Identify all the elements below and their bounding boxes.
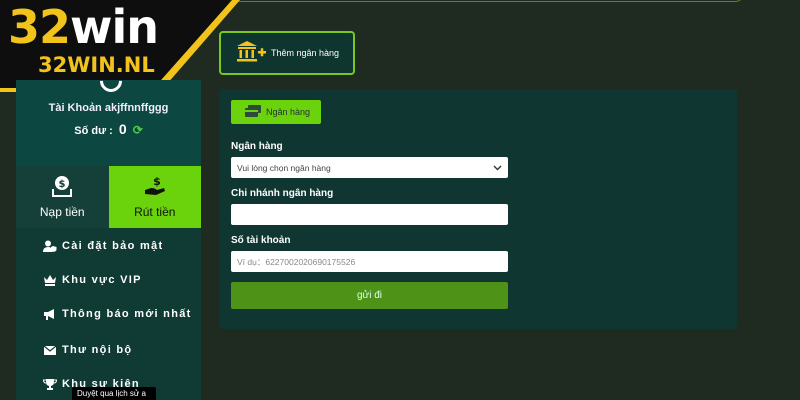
tab-deposit[interactable]: $ Nạp tiền [16, 166, 109, 228]
withdraw-icon: $ [144, 175, 166, 197]
credit-card-icon [245, 105, 261, 119]
menu-item-label: Thông báo mới nhất [62, 308, 192, 320]
menu-item-inbox[interactable]: Thư nội bộ [43, 344, 132, 356]
account-name: Tài Khoản akjffnnffggg [48, 102, 169, 114]
add-bank-label: Thêm ngân hàng [271, 48, 340, 58]
add-bank-button[interactable]: Thêm ngân hàng [219, 31, 355, 75]
balance-value: 0 [118, 121, 127, 137]
tab-deposit-label: Nạp tiền [39, 205, 85, 219]
megaphone-icon [43, 308, 57, 320]
account-balance: Số dư : 0 ⟳ [16, 121, 201, 137]
balance-label: Số dư : [74, 125, 113, 137]
menu-item-label: Cài đặt bảo mật [62, 240, 164, 252]
bank-select-value: Vui lòng chọn ngân hàng [237, 162, 331, 173]
bank-add-icon [235, 39, 267, 68]
account-number-label: Số tài khoản [231, 235, 291, 246]
svg-text:$: $ [153, 175, 161, 188]
branch-label: Chi nhánh ngân hàng [231, 188, 334, 199]
tab-withdraw[interactable]: $ Rút tiền [108, 166, 201, 228]
brand-logo[interactable]: 32win 32WIN.NL [0, 0, 252, 92]
refresh-icon[interactable]: ⟳ [133, 123, 143, 137]
bank-label: Ngân hàng [231, 141, 283, 152]
menu-item-label: Thư nội bộ [62, 344, 133, 356]
svg-text:$: $ [59, 179, 66, 190]
tab-bank[interactable]: Ngân hàng [231, 100, 321, 124]
account-number-input[interactable] [231, 251, 508, 272]
logo-domain: 32WIN.NL [38, 53, 155, 77]
sidebar-menu: Cài đặt bảo mật Khu vực VIP Thông báo mớ… [16, 228, 201, 400]
tab-bank-label: Ngân hàng [266, 107, 311, 117]
history-tooltip: Duyệt qua lịch sử a [72, 387, 156, 400]
branch-input[interactable] [231, 204, 508, 225]
top-bar-edge [230, 0, 745, 2]
bank-select[interactable]: Vui lòng chọn ngân hàng [231, 157, 508, 178]
envelope-icon [43, 344, 57, 356]
user-shield-icon [43, 240, 57, 252]
deposit-icon: $ [51, 175, 73, 197]
submit-button[interactable]: gửi đi [231, 282, 508, 309]
menu-item-label: Khu vực VIP [62, 274, 142, 286]
crown-icon [43, 274, 57, 286]
wallet-tabs: $ Nạp tiền $ Rút tiền [16, 166, 201, 228]
chevron-down-icon [493, 163, 502, 173]
tab-withdraw-label: Rút tiền [134, 205, 176, 219]
logo-wordmark: 32win [8, 0, 159, 54]
menu-item-security[interactable]: Cài đặt bảo mật [43, 240, 163, 252]
menu-item-vip[interactable]: Khu vực VIP [43, 274, 142, 286]
bank-form-card: Ngân hàng Ngân hàng Vui lòng chọn ngân h… [219, 89, 737, 329]
menu-item-news[interactable]: Thông báo mới nhất [43, 308, 192, 320]
trophy-icon [43, 378, 57, 390]
account-panel: Tài Khoản akjffnnffggg Số dư : 0 ⟳ [16, 65, 201, 166]
